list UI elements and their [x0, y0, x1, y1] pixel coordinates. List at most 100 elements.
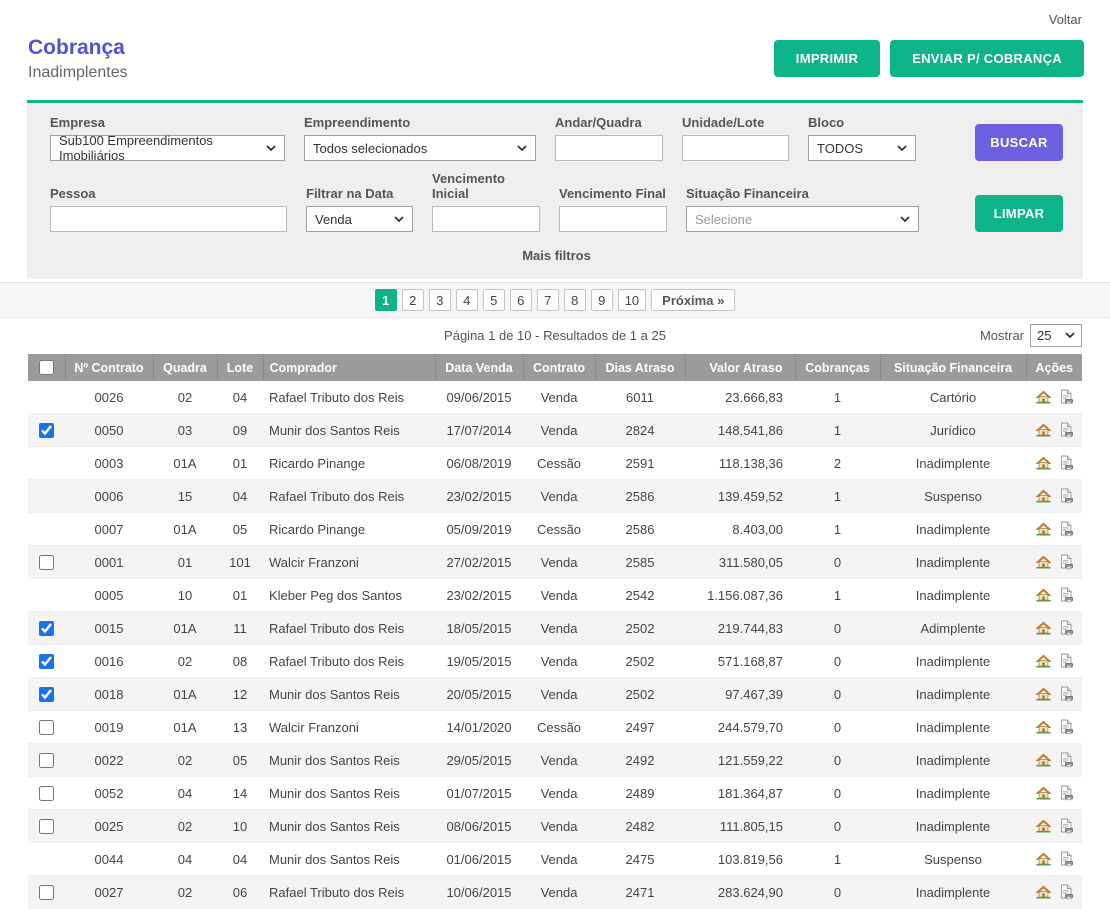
- pessoa-field: Pessoa: [50, 186, 287, 232]
- home-icon-button[interactable]: [1035, 620, 1052, 636]
- filtrar-na-data-select-value: Venda: [315, 212, 352, 227]
- row-checkbox[interactable]: [39, 555, 54, 570]
- row-checkbox[interactable]: [39, 819, 54, 834]
- print-report-icon-button[interactable]: [1058, 653, 1074, 669]
- print-report-icon-button[interactable]: [1058, 620, 1074, 636]
- limpar-button[interactable]: LIMPAR: [975, 195, 1063, 232]
- page-size-select[interactable]: 25: [1030, 324, 1082, 347]
- home-icon-button[interactable]: [1035, 422, 1052, 438]
- andar-quadra-label: Andar/Quadra: [555, 115, 663, 130]
- home-icon-button[interactable]: [1035, 653, 1052, 669]
- page-button-4[interactable]: 4: [456, 289, 478, 311]
- page-button-10[interactable]: 10: [618, 289, 646, 311]
- send-to-collection-button[interactable]: ENVIAR P/ COBRANÇA: [890, 40, 1084, 77]
- row-checkbox[interactable]: [39, 423, 54, 438]
- print-report-icon-button[interactable]: [1058, 521, 1074, 537]
- vencimento-inicial-input[interactable]: [432, 206, 540, 232]
- home-icon-button[interactable]: [1035, 719, 1052, 735]
- cell-valor_atraso: 121.559,22: [685, 744, 795, 777]
- andar-quadra-input[interactable]: [555, 135, 663, 161]
- cell-tipo: Cessão: [523, 711, 595, 744]
- print-report-icon-button[interactable]: [1058, 785, 1074, 801]
- home-icon-button[interactable]: [1035, 554, 1052, 570]
- row-checkbox[interactable]: [39, 753, 54, 768]
- home-icon-button[interactable]: [1035, 488, 1052, 504]
- row-checkbox-cell: [28, 579, 65, 612]
- cell-quadra: 02: [153, 381, 217, 414]
- row-checkbox[interactable]: [39, 621, 54, 636]
- select-all-checkbox[interactable]: [39, 360, 54, 375]
- cell-contrato: 0015: [65, 612, 153, 645]
- cell-situacao: Inadimplente: [880, 546, 1026, 579]
- page-button-2[interactable]: 2: [402, 289, 424, 311]
- empresa-select[interactable]: Sub100 Empreendimentos Imobiliários: [50, 135, 285, 161]
- buscar-button[interactable]: BUSCAR: [975, 124, 1063, 161]
- print-report-icon-button[interactable]: [1058, 752, 1074, 768]
- next-page-button[interactable]: Próxima »: [651, 289, 735, 311]
- row-actions-cell: [1026, 810, 1082, 843]
- print-report-icon-button[interactable]: [1058, 719, 1074, 735]
- unidade-lote-input[interactable]: [682, 135, 789, 161]
- home-icon-button[interactable]: [1035, 851, 1052, 867]
- cell-data_venda: 27/02/2015: [435, 546, 523, 579]
- home-icon-button[interactable]: [1035, 785, 1052, 801]
- print-report-icon-button[interactable]: [1058, 554, 1074, 570]
- page-button-8[interactable]: 8: [564, 289, 586, 311]
- cell-data_venda: 20/05/2015: [435, 678, 523, 711]
- vencimento-inicial-label: Vencimento Inicial: [432, 171, 540, 201]
- home-icon-button[interactable]: [1035, 686, 1052, 702]
- home-icon-button[interactable]: [1035, 455, 1052, 471]
- home-icon-button[interactable]: [1035, 521, 1052, 537]
- cell-dias_atraso: 2586: [595, 513, 685, 546]
- situacao-financeira-select[interactable]: Selecione: [686, 206, 919, 232]
- print-button[interactable]: IMPRIMIR: [774, 40, 880, 77]
- print-report-icon-button[interactable]: [1058, 686, 1074, 702]
- home-icon-button[interactable]: [1035, 752, 1052, 768]
- cell-tipo: Venda: [523, 381, 595, 414]
- print-report-icon-button[interactable]: [1058, 884, 1074, 900]
- back-link[interactable]: Voltar: [1049, 12, 1082, 27]
- pessoa-input[interactable]: [50, 206, 287, 232]
- cell-comprador: Rafael Tributo dos Reis: [263, 645, 435, 678]
- print-report-icon-button[interactable]: [1058, 422, 1074, 438]
- cell-contrato: 0001: [65, 546, 153, 579]
- home-icon-button[interactable]: [1035, 587, 1052, 603]
- table-body: 00260204Rafael Tributo dos Reis09/06/201…: [28, 381, 1082, 909]
- home-icon-button[interactable]: [1035, 389, 1052, 405]
- home-icon-button[interactable]: [1035, 884, 1052, 900]
- print-report-icon-button[interactable]: [1058, 851, 1074, 867]
- row-checkbox[interactable]: [39, 687, 54, 702]
- row-checkbox[interactable]: [39, 885, 54, 900]
- row-checkbox[interactable]: [39, 720, 54, 735]
- print-report-icon-button[interactable]: [1058, 389, 1074, 405]
- cell-quadra: 01A: [153, 612, 217, 645]
- more-filters-link[interactable]: Mais filtros: [50, 242, 1063, 271]
- page-button-1[interactable]: 1: [375, 289, 397, 311]
- page-button-5[interactable]: 5: [483, 289, 505, 311]
- print-report-icon-button[interactable]: [1058, 488, 1074, 504]
- home-icon-button[interactable]: [1035, 818, 1052, 834]
- vencimento-final-input[interactable]: [559, 206, 667, 232]
- cell-cobrancas: 0: [795, 744, 880, 777]
- row-checkbox[interactable]: [39, 654, 54, 669]
- page-button-6[interactable]: 6: [510, 289, 532, 311]
- cell-cobrancas: 2: [795, 447, 880, 480]
- page-button-9[interactable]: 9: [591, 289, 613, 311]
- filtrar-na-data-select[interactable]: Venda: [306, 206, 413, 232]
- page-button-7[interactable]: 7: [537, 289, 559, 311]
- print-report-icon-button[interactable]: [1058, 818, 1074, 834]
- cell-dias_atraso: 2824: [595, 414, 685, 447]
- row-checkbox-cell: [28, 546, 65, 579]
- empreendimento-label: Empreendimento: [304, 115, 536, 130]
- cell-lote: 08: [217, 645, 263, 678]
- page-button-3[interactable]: 3: [429, 289, 451, 311]
- pessoa-label: Pessoa: [50, 186, 287, 201]
- row-checkbox[interactable]: [39, 786, 54, 801]
- cell-valor_atraso: 283.624,90: [685, 876, 795, 909]
- empreendimento-select[interactable]: Todos selecionados: [304, 135, 536, 161]
- print-report-icon-button[interactable]: [1058, 587, 1074, 603]
- cell-data_venda: 09/06/2015: [435, 381, 523, 414]
- bloco-select[interactable]: TODOS: [808, 135, 916, 161]
- cell-dias_atraso: 2586: [595, 480, 685, 513]
- print-report-icon-button[interactable]: [1058, 455, 1074, 471]
